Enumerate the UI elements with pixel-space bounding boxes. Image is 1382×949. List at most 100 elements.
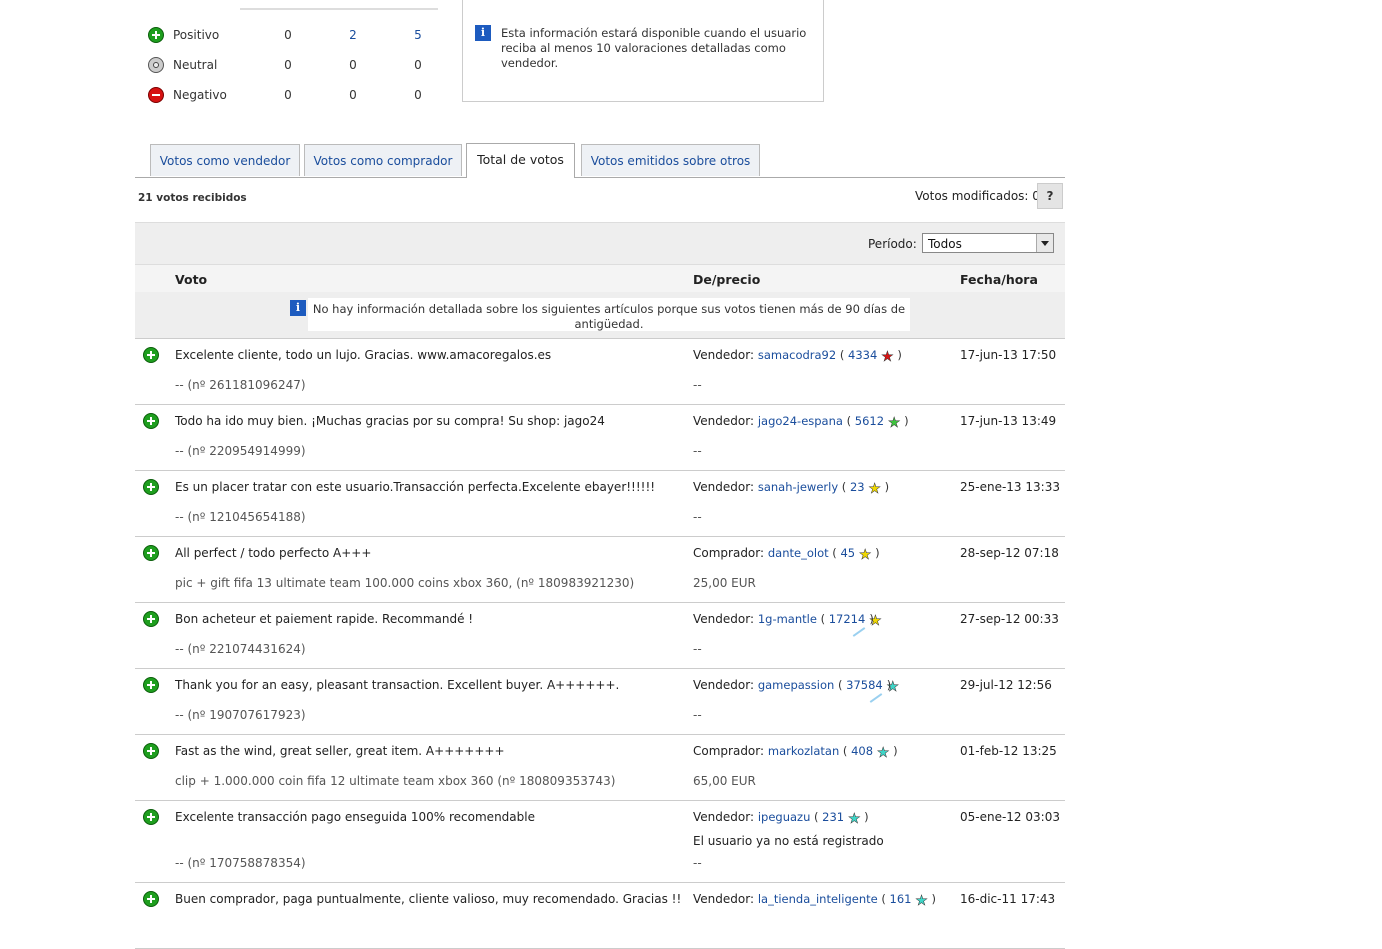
item-description: -- (nº 261181096247) xyxy=(175,378,306,392)
vote-comment: Bon acheteur et paiement rapide. Recomma… xyxy=(175,612,474,626)
role-label: Vendedor: xyxy=(693,892,754,906)
tab-votes-given[interactable]: Votos emitidos sobre otros xyxy=(581,144,760,176)
star-icon[interactable]: ★ xyxy=(868,482,881,497)
vote-comment: Buen comprador, paga puntualmente, clien… xyxy=(175,892,682,906)
paren-open: ( xyxy=(839,744,852,758)
item-description: -- (nº 121045654188) xyxy=(175,510,306,524)
role-label: Vendedor: xyxy=(693,414,754,428)
user-link[interactable]: dante_olot xyxy=(768,546,829,560)
item-description: -- (nº 220954914999) xyxy=(175,444,306,458)
star-icon[interactable]: ★ xyxy=(877,746,890,761)
star-icon[interactable]: ★ xyxy=(881,350,894,365)
paren-open: ( xyxy=(810,810,823,824)
paren-open: ( xyxy=(828,546,841,560)
summary-value: 0 xyxy=(349,88,357,102)
shooting-star-trail-icon xyxy=(869,693,883,703)
summary-value-link[interactable]: 5 xyxy=(408,28,428,42)
feedback-score-link[interactable]: 5612 xyxy=(855,414,884,428)
table-row: All perfect / todo perfecto A+++ pic + gi… xyxy=(135,537,1065,603)
period-select[interactable]: Todos xyxy=(922,233,1054,253)
summary-value-link[interactable]: 2 xyxy=(343,28,363,42)
price: 25,00 EUR xyxy=(693,576,756,590)
summary-value: 0 xyxy=(414,88,422,102)
vote-comment: Fast as the wind, great seller, great it… xyxy=(175,744,505,758)
vote-date: 01-feb-12 13:25 xyxy=(960,744,1057,758)
paren-open: ( xyxy=(842,414,855,428)
user-link[interactable]: sanah-jewerly xyxy=(758,480,838,494)
summary-row-neutral: Neutral 0 0 0 xyxy=(138,55,438,75)
filter-bar: Período: Todos xyxy=(135,222,1065,265)
positive-icon xyxy=(143,413,159,429)
price: -- xyxy=(693,856,702,870)
notice-box: No hay información detallada sobre los s… xyxy=(308,298,910,331)
star-icon[interactable]: ★ xyxy=(848,812,861,827)
paren-open: ( xyxy=(877,892,890,906)
price: -- xyxy=(693,444,702,458)
chevron-down-icon[interactable] xyxy=(1036,234,1053,252)
user-role: Vendedor: 1g-mantle ( 17214 ★ ) xyxy=(693,612,882,637)
vote-date: 29-jul-12 12:56 xyxy=(960,678,1052,692)
feedback-score-link[interactable]: 231 xyxy=(822,810,844,824)
feedback-score-link[interactable]: 23 xyxy=(850,480,865,494)
feedback-score-link[interactable]: 4334 xyxy=(848,348,877,362)
price: 65,00 EUR xyxy=(693,774,756,788)
user-role: Vendedor: samacodra92 ( 4334 ★ ) xyxy=(693,348,902,365)
info-text: Esta información estará disponible cuand… xyxy=(501,26,807,70)
summary-value: 0 xyxy=(284,58,292,72)
tab-votes-as-seller[interactable]: Votos como vendedor xyxy=(150,144,300,176)
vote-date: 27-sep-12 00:33 xyxy=(960,612,1059,626)
positive-icon xyxy=(143,545,159,561)
negative-icon xyxy=(148,87,164,103)
user-link[interactable]: ipeguazu xyxy=(758,810,811,824)
star-icon[interactable]: ★ xyxy=(888,416,901,431)
paren-close: ) xyxy=(893,348,902,362)
feedback-score-link[interactable]: 408 xyxy=(851,744,873,758)
price: -- xyxy=(693,642,702,656)
summary-row-positive: Positivo 0 2 5 xyxy=(138,25,438,45)
votes-modified: Votos modificados: 0 xyxy=(915,189,1040,203)
feedback-score-link[interactable]: 161 xyxy=(890,892,912,906)
period-label: Período: xyxy=(868,237,917,251)
tab-total-votes[interactable]: Total de votos xyxy=(466,143,575,178)
role-label: Comprador: xyxy=(693,546,765,560)
paren-open: ( xyxy=(816,612,829,626)
user-link[interactable]: jago24-espana xyxy=(758,414,843,428)
item-description: -- (nº 170758878354) xyxy=(175,856,306,870)
feedback-score-link[interactable]: 17214 xyxy=(829,612,866,626)
user-link[interactable]: 1g-mantle xyxy=(758,612,817,626)
feedback-score-link[interactable]: 45 xyxy=(840,546,855,560)
vote-comment: All perfect / todo perfecto A+++ xyxy=(175,546,372,560)
item-description: -- (nº 190707617923) xyxy=(175,708,306,722)
paren-close: ) xyxy=(871,546,880,560)
positive-icon xyxy=(143,677,159,693)
paren-close: ) xyxy=(900,414,909,428)
table-row: Excelente transacción pago enseguida 100… xyxy=(135,801,1065,883)
user-role: Vendedor: gamepassion ( 37584 ★ ) xyxy=(693,678,899,703)
table-row: Todo ha ido muy bien. ¡Muchas gracias po… xyxy=(135,405,1065,471)
vote-date: 17-jun-13 13:49 xyxy=(960,414,1057,428)
vote-date: 16-dic-11 17:43 xyxy=(960,892,1056,906)
tab-votes-as-buyer[interactable]: Votos como comprador xyxy=(304,144,462,176)
column-vote: Voto xyxy=(175,272,208,287)
vote-comment: Todo ha ido muy bien. ¡Muchas gracias po… xyxy=(175,414,605,428)
user-link[interactable]: la_tienda_inteligente xyxy=(758,892,878,906)
summary-value: 0 xyxy=(414,58,422,72)
summary-value: 0 xyxy=(284,28,292,42)
item-description: clip + 1.000.000 coin fifa 12 ultimate t… xyxy=(175,774,616,788)
role-label: Vendedor: xyxy=(693,678,754,692)
role-label: Vendedor: xyxy=(693,612,754,626)
positive-icon xyxy=(143,891,159,907)
paren-open: ( xyxy=(836,348,848,362)
user-role: Comprador: dante_olot ( 45 ★ ) xyxy=(693,546,880,563)
user-link[interactable]: markozlatan xyxy=(768,744,839,758)
user-link[interactable]: gamepassion xyxy=(758,678,834,692)
vote-date: 25-ene-13 13:33 xyxy=(960,480,1060,494)
price: -- xyxy=(693,708,702,722)
star-icon[interactable]: ★ xyxy=(915,894,928,909)
help-button[interactable]: ? xyxy=(1037,183,1063,209)
price: -- xyxy=(693,378,702,392)
star-icon[interactable]: ★ xyxy=(859,548,872,563)
positive-icon xyxy=(143,347,159,363)
feedback-score-link[interactable]: 37584 xyxy=(846,678,883,692)
user-link[interactable]: samacodra92 xyxy=(758,348,836,362)
